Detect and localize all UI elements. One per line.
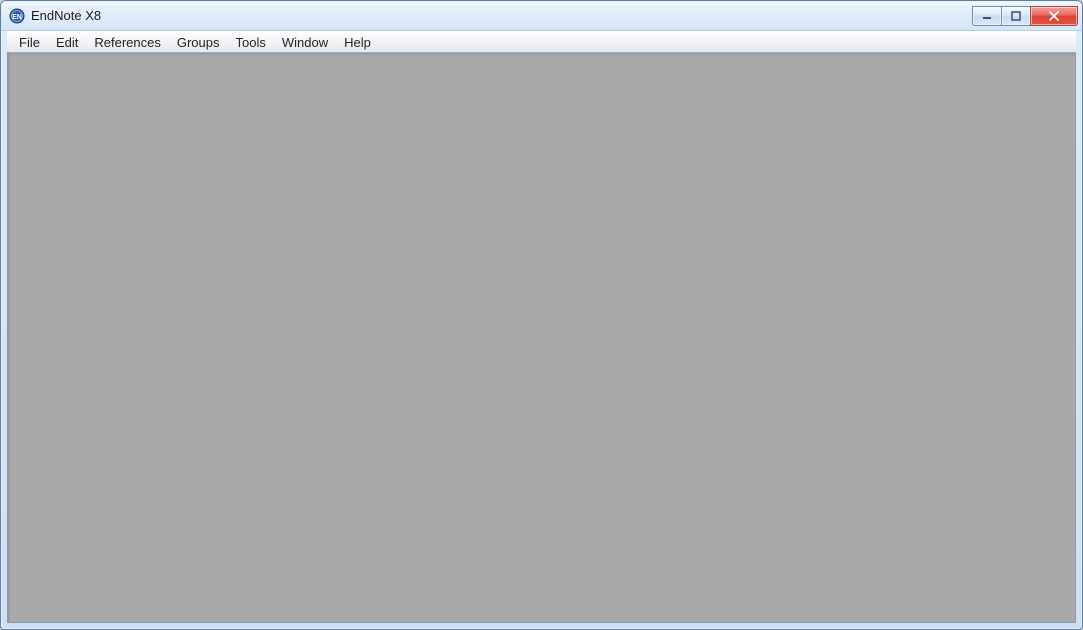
window-title: EndNote X8 xyxy=(31,8,973,23)
window-controls xyxy=(973,6,1078,26)
client-area xyxy=(7,53,1076,623)
menu-file[interactable]: File xyxy=(11,33,48,52)
minimize-icon xyxy=(981,11,993,21)
close-button[interactable] xyxy=(1030,6,1078,26)
maximize-icon xyxy=(1010,11,1022,21)
close-icon xyxy=(1048,11,1060,21)
menu-window[interactable]: Window xyxy=(274,33,336,52)
maximize-button[interactable] xyxy=(1001,6,1031,26)
titlebar[interactable]: EN EndNote X8 xyxy=(1,1,1082,31)
menu-groups[interactable]: Groups xyxy=(169,33,228,52)
menu-references[interactable]: References xyxy=(86,33,168,52)
menu-help[interactable]: Help xyxy=(336,33,379,52)
app-icon: EN xyxy=(9,8,25,24)
menu-edit[interactable]: Edit xyxy=(48,33,86,52)
app-window: EN EndNote X8 File Edit Re xyxy=(0,0,1083,630)
svg-text:EN: EN xyxy=(12,14,22,21)
menubar: File Edit References Groups Tools Window… xyxy=(7,31,1076,53)
minimize-button[interactable] xyxy=(972,6,1002,26)
menu-tools[interactable]: Tools xyxy=(227,33,273,52)
